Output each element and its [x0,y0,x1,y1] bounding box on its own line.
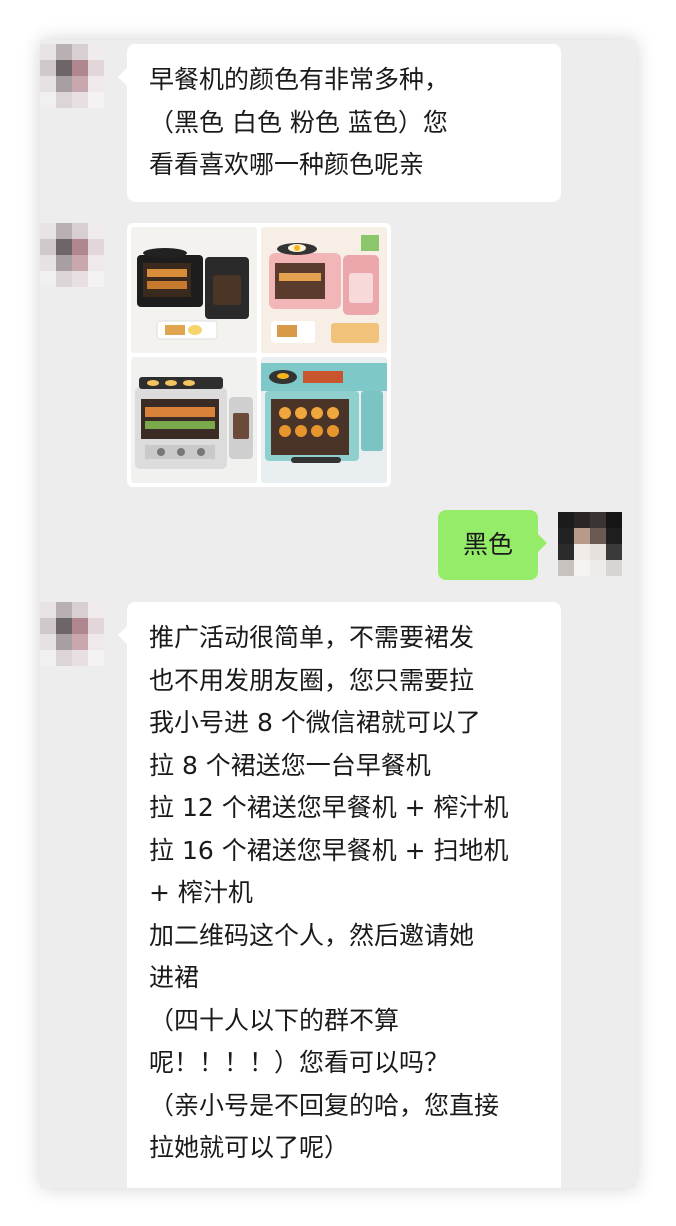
own-avatar[interactable] [558,512,622,576]
breakfast-machine-image-message[interactable] [127,223,391,487]
chat-window: 早餐机的颜色有非常多种， （黑色 白色 粉色 蓝色）您 看看喜欢哪一种颜色呢亲 [40,40,636,1188]
received-message-colors[interactable]: 早餐机的颜色有非常多种， （黑色 白色 粉色 蓝色）您 看看喜欢哪一种颜色呢亲 [118,44,561,202]
contact-avatar[interactable] [40,223,104,287]
blue-breakfast-machine-photo [261,357,387,483]
received-message-promotion[interactable]: 推广活动很简单，不需要裙发 也不用发朋友圈，您只需要拉 我小号进 8 个微信裙就… [118,602,561,1188]
black-breakfast-machine-photo [131,227,257,353]
sent-message-black[interactable]: 黑色 [438,510,547,580]
pink-breakfast-machine-photo [261,227,387,353]
white-breakfast-machine-photo [131,357,257,483]
contact-avatar[interactable] [40,602,104,666]
contact-avatar[interactable] [40,44,104,108]
